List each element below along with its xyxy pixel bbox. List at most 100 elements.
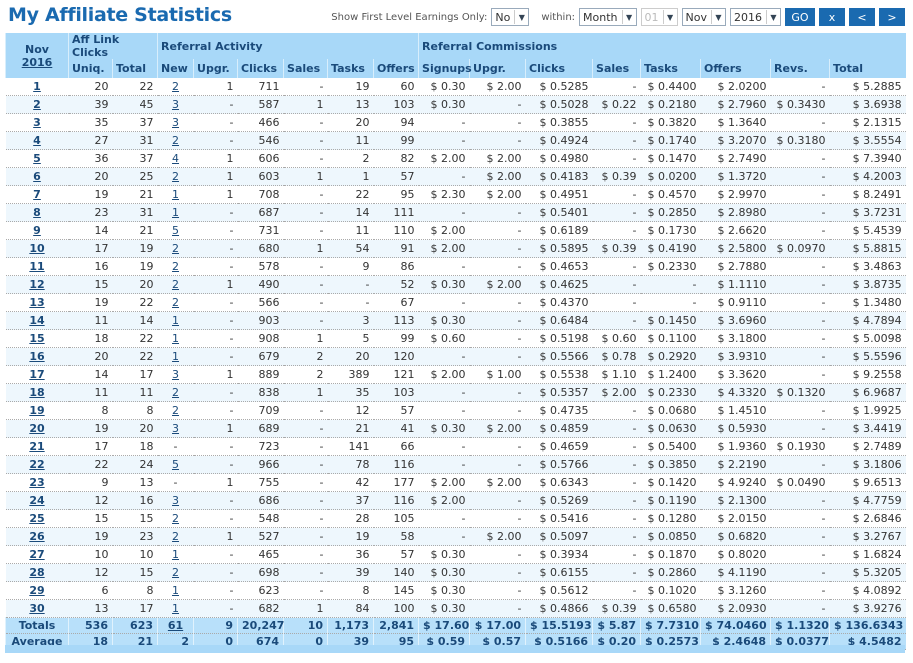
- day-link[interactable]: 27: [29, 548, 44, 561]
- new-referrals-link[interactable]: 1: [172, 332, 179, 345]
- day-link[interactable]: 13: [29, 296, 44, 309]
- day-link[interactable]: 26: [29, 530, 44, 543]
- new-referrals-link[interactable]: 1: [172, 602, 179, 615]
- day-select[interactable]: 01 ▼: [640, 8, 678, 26]
- new-referrals-link[interactable]: 2: [172, 512, 179, 525]
- new-referrals-link[interactable]: 3: [172, 422, 179, 435]
- new-referrals-link[interactable]: 3: [172, 98, 179, 111]
- new-referrals-link[interactable]: 2: [172, 530, 179, 543]
- table-cell: -: [592, 203, 641, 222]
- month-select[interactable]: Nov ▼: [681, 8, 726, 26]
- day-link[interactable]: 8: [33, 206, 41, 219]
- table-cell: $ 0.4859: [525, 419, 593, 438]
- new-referrals-link[interactable]: 3: [172, 368, 179, 381]
- table-cell: -: [157, 437, 194, 456]
- table-row: 23 9 13-1 755-42 177 $ 2.00 $ 2.00 $ 0.6343- $ 0…: [5, 473, 906, 492]
- new-referrals-link[interactable]: 1: [172, 584, 179, 597]
- day-link[interactable]: 11: [29, 260, 44, 273]
- day-link[interactable]: 17: [29, 368, 44, 381]
- table-cell: $ 4.3320: [700, 383, 771, 402]
- day-link[interactable]: 5: [33, 152, 41, 165]
- new-referrals-link[interactable]: 1: [172, 548, 179, 561]
- table-cell: 24: [112, 455, 158, 474]
- table-cell: $ 3.7231: [829, 203, 906, 222]
- day-link[interactable]: 2: [33, 98, 41, 111]
- table-cell: 13: [327, 95, 374, 114]
- group-referral-activity: Referral Activity: [157, 33, 419, 59]
- day-link[interactable]: 15: [29, 332, 44, 345]
- new-referrals-link[interactable]: 5: [172, 458, 179, 471]
- new-referrals-link[interactable]: 4: [172, 152, 179, 165]
- day-link[interactable]: 12: [29, 278, 44, 291]
- new-referrals-link[interactable]: 1: [172, 314, 179, 327]
- day-link[interactable]: 28: [29, 566, 44, 579]
- day-link[interactable]: 9: [33, 224, 41, 237]
- day-link[interactable]: 3: [33, 116, 41, 129]
- day-link[interactable]: 16: [29, 350, 44, 363]
- day-link[interactable]: 21: [29, 440, 44, 453]
- clear-button[interactable]: x: [819, 8, 845, 26]
- period-select[interactable]: Month ▼: [579, 8, 637, 26]
- day-link[interactable]: 29: [29, 584, 44, 597]
- new-referrals-link[interactable]: 1: [172, 188, 179, 201]
- year-link[interactable]: 2016: [22, 56, 53, 69]
- table-cell: $ 2.9970: [700, 185, 771, 204]
- total-new-referrals-link[interactable]: 61: [168, 619, 183, 632]
- day-link[interactable]: 20: [29, 422, 44, 435]
- day-link[interactable]: 23: [29, 476, 44, 489]
- table-cell: 14: [112, 311, 158, 330]
- month-value: Nov: [685, 10, 707, 24]
- table-cell: $ 4.0892: [829, 581, 906, 600]
- go-button[interactable]: GO: [785, 8, 815, 26]
- table-cell: -: [770, 78, 830, 96]
- day-link[interactable]: 30: [29, 602, 44, 615]
- new-referrals-link[interactable]: 2: [172, 260, 179, 273]
- new-referrals-link[interactable]: 2: [172, 242, 179, 255]
- table-cell: -: [283, 275, 328, 294]
- new-referrals-link[interactable]: 2: [172, 404, 179, 417]
- new-referrals-link[interactable]: 5: [172, 224, 179, 237]
- next-button[interactable]: >: [879, 8, 905, 26]
- table-cell: 27: [68, 131, 113, 150]
- new-referrals-link[interactable]: 2: [172, 80, 179, 93]
- prev-button[interactable]: <: [849, 8, 875, 26]
- table-cell: 99: [373, 329, 419, 348]
- new-referrals-link[interactable]: 2: [172, 278, 179, 291]
- day-link[interactable]: 24: [29, 494, 44, 507]
- table-cell: $ 0.1450: [640, 311, 701, 330]
- table-cell: 37: [112, 113, 158, 132]
- table-cell: $ 1.10: [592, 365, 641, 384]
- day-link[interactable]: 1: [33, 80, 41, 93]
- table-row: 28 12 15 2-698-39 140 $ 0.30- $ 0.6155- $ 0.286…: [5, 563, 906, 582]
- new-referrals-link[interactable]: 3: [172, 494, 179, 507]
- table-cell: -: [770, 599, 830, 618]
- day-link[interactable]: 10: [29, 242, 44, 255]
- table-cell: 903: [237, 311, 284, 330]
- table-row: 16 20 22 1-679 2 20 120- - $ 0.5566 $ 0.78 $ 0.292…: [5, 347, 906, 366]
- new-referrals-link[interactable]: 2: [172, 296, 179, 309]
- day-link[interactable]: 25: [29, 512, 44, 525]
- new-referrals-link[interactable]: 3: [172, 116, 179, 129]
- day-link[interactable]: 19: [29, 404, 44, 417]
- new-referrals-link[interactable]: 2: [172, 134, 179, 147]
- day-link[interactable]: 7: [33, 188, 41, 201]
- day-link[interactable]: 18: [29, 386, 44, 399]
- new-referrals-link[interactable]: 2: [172, 566, 179, 579]
- year-select[interactable]: 2016 ▼: [730, 8, 781, 26]
- table-cell: $ 0.1470: [640, 149, 701, 168]
- day-link[interactable]: 14: [29, 314, 44, 327]
- day-link[interactable]: 22: [29, 458, 44, 471]
- table-cell: 1: [283, 599, 328, 618]
- table-cell: $ 2.00: [418, 149, 470, 168]
- first-level-select[interactable]: No ▼: [491, 8, 530, 26]
- day-link[interactable]: 6: [33, 170, 41, 183]
- new-referrals-link[interactable]: 2: [172, 170, 179, 183]
- new-referrals-link[interactable]: 1: [172, 350, 179, 363]
- day-link[interactable]: 4: [33, 134, 41, 147]
- table-cell: $ 1.3640: [700, 113, 771, 132]
- table-cell: 2: [157, 509, 194, 528]
- table-cell: $ 2.1300: [700, 491, 771, 510]
- day-cell: 12: [5, 275, 69, 294]
- new-referrals-link[interactable]: 2: [172, 386, 179, 399]
- new-referrals-link[interactable]: 1: [172, 206, 179, 219]
